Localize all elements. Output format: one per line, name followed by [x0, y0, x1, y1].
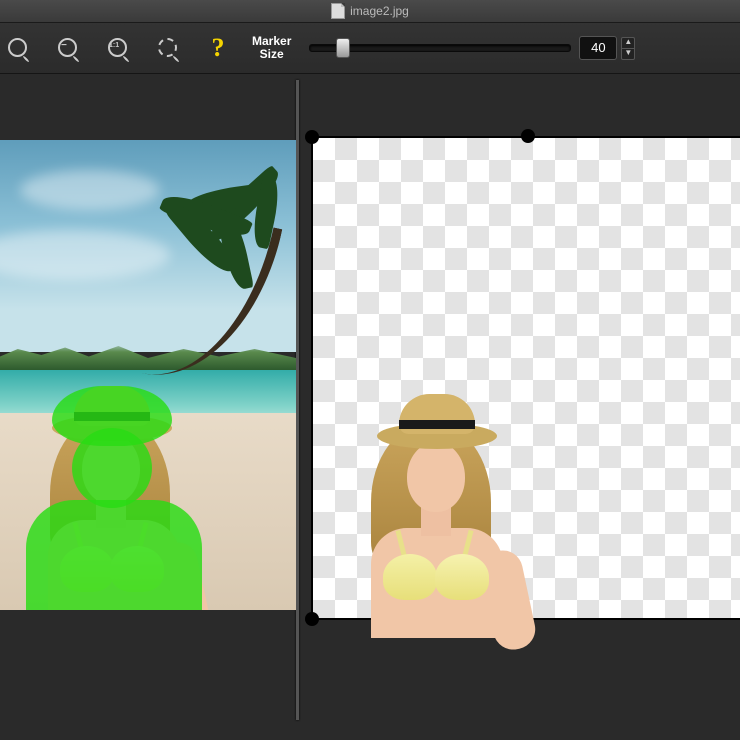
crop-handle-top-left[interactable] [305, 130, 319, 144]
crop-handle-top[interactable] [521, 129, 535, 143]
window-title: image2.jpg [350, 4, 409, 18]
magnifier-plus-icon [8, 38, 28, 58]
subject-figure [4, 350, 204, 610]
help-icon: ? [212, 33, 225, 63]
zoom-actual-button[interactable]: 1:1 [102, 32, 134, 64]
zoom-out-button[interactable]: − [52, 32, 84, 64]
marker-size-slider[interactable] [309, 44, 571, 52]
foreground-mask-overlay [4, 350, 204, 610]
magnifier-minus-icon: − [58, 38, 78, 58]
toolbar: − 1:1 ? Marker Size 40 ▲ ▼ [0, 23, 740, 74]
pane-divider[interactable] [296, 80, 299, 720]
magnifier-1to1-icon: 1:1 [108, 38, 128, 58]
document-icon [331, 3, 345, 19]
marker-size-field[interactable]: 40 [579, 36, 617, 60]
marker-size-step-down[interactable]: ▼ [621, 48, 635, 60]
workspace [0, 74, 740, 720]
zoom-fit-button[interactable] [152, 32, 184, 64]
result-pane [303, 80, 740, 720]
magnifier-fit-icon [158, 38, 178, 58]
result-canvas[interactable] [311, 136, 740, 620]
source-pane [0, 80, 296, 720]
source-canvas[interactable] [0, 140, 296, 610]
cutout-figure [317, 358, 543, 618]
crop-handle-bottom-left[interactable] [305, 612, 319, 626]
zoom-in-button[interactable] [2, 32, 34, 64]
slider-thumb[interactable] [336, 38, 350, 58]
help-button[interactable]: ? [202, 32, 234, 64]
marker-size-label: Marker Size [252, 35, 291, 61]
marker-size-step-up[interactable]: ▲ [621, 37, 635, 48]
title-bar: image2.jpg [0, 0, 740, 23]
